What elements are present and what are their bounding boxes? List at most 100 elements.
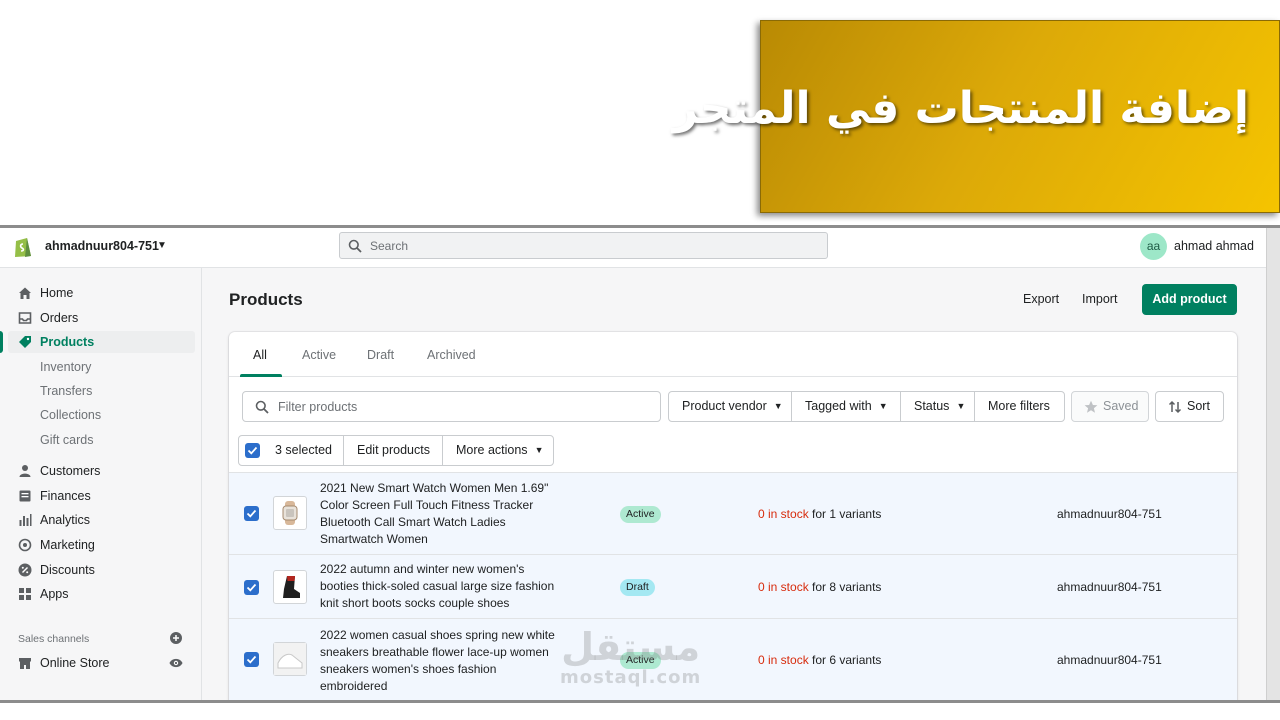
more-filters-label: More filters [988,399,1050,413]
page-scrollbar[interactable] [1266,228,1280,700]
inventory-status: 0 in stock for 8 variants [758,580,881,594]
filter-placeholder: Filter products [278,400,358,414]
search-placeholder: Search [370,239,409,253]
sidebar-item-label: Apps [40,587,69,601]
variant-count: for 6 variants [808,653,882,667]
row-checkbox[interactable] [244,652,259,667]
sidebar-item-label: Home [40,286,74,300]
row-checkbox[interactable] [244,580,259,595]
search-icon [255,400,269,414]
inventory-status: 0 in stock for 1 variants [758,507,881,521]
divider [343,436,344,465]
stock-count: 0 in stock [758,653,809,667]
sidebar-item-home[interactable]: Home [8,282,195,304]
product-name[interactable]: 2021 New Smart Watch Women Men 1.69" Col… [320,480,565,548]
sidebar-item-label: Products [40,335,95,349]
bulk-actions-bar: 3 selected Edit products More actions ▼ [238,435,554,466]
sidebar-item-gift-cards[interactable]: Gift cards [8,429,195,451]
sneaker-image [274,643,306,675]
edit-products-button[interactable]: Edit products [357,436,430,465]
store-chevron-down-icon[interactable]: ▼ [157,240,167,251]
sidebar-item-inventory[interactable]: Inventory [8,356,195,378]
status-label: Status [914,399,950,413]
stock-count: 0 in stock [758,507,809,521]
tagged-with-label: Tagged with [805,399,872,413]
tagged-with-filter[interactable]: Tagged with ▼ [791,391,901,422]
tab-all[interactable]: All [253,348,267,362]
sidebar-item-label: Analytics [40,513,91,527]
vendor-name: ahmadnuur804-751 [1057,507,1162,521]
caret-down-icon: ▼ [956,401,966,411]
sidebar-item-label: Gift cards [40,433,94,447]
page-title: Products [229,290,303,309]
product-tabs: All Active Draft Archived [229,332,1237,377]
boot-image [283,576,300,598]
status-badge: Active [620,506,661,523]
sidebar-item-analytics[interactable]: Analytics [8,509,195,531]
sidebar-item-apps[interactable]: Apps [8,583,195,605]
product-name[interactable]: 2022 autumn and winter new women's booti… [320,561,565,612]
sidebar-item-products[interactable]: Products [0,331,195,353]
sort-button[interactable]: Sort [1155,391,1224,422]
saved-button[interactable]: Saved [1071,391,1149,422]
sidebar-item-transfers[interactable]: Transfers [8,380,195,402]
caret-down-icon: ▼ [878,401,888,411]
table-row[interactable]: 2022 autumn and winter new women's booti… [229,554,1237,618]
filter-products-input[interactable]: Filter products [242,391,661,422]
status-filter[interactable]: Status ▼ [900,391,975,422]
add-product-button[interactable]: Add product [1142,284,1237,315]
checkmark-icon [246,583,257,592]
person-icon [19,465,31,477]
home-icon [19,287,31,299]
target-icon [18,538,32,552]
more-filters-button[interactable]: More filters [974,391,1065,422]
eye-icon[interactable] [169,657,183,669]
banner-title: إضافة المنتجات في المتجر [672,83,1249,134]
product-thumbnail[interactable] [273,570,307,604]
sidebar-item-online-store[interactable]: Online Store [8,652,195,674]
sidebar-item-finances[interactable]: Finances [8,485,195,507]
import-button[interactable]: Import [1082,292,1117,306]
caret-down-icon: ▼ [773,401,783,411]
stock-count: 0 in stock [758,580,809,594]
sales-channels-heading: Sales channels [18,633,90,645]
product-vendor-filter[interactable]: Product vendor ▼ [668,391,792,422]
add-sales-channel-plus-icon[interactable] [170,632,182,644]
product-name[interactable]: 2022 women casual shoes spring new white… [320,627,565,695]
sidebar-item-label: Transfers [40,384,93,398]
row-checkbox[interactable] [244,506,259,521]
title-banner: إضافة المنتجات في المتجر [672,20,1280,213]
smartwatch-image [282,501,298,525]
sidebar-item-label: Online Store [40,656,110,670]
sidebar-item-discounts[interactable]: Discounts [8,559,195,581]
table-row[interactable]: 2021 New Smart Watch Women Men 1.69" Col… [229,472,1237,554]
avatar[interactable]: aa [1140,233,1167,260]
vendor-name: ahmadnuur804-751 [1057,580,1162,594]
global-search-input[interactable]: Search [339,232,828,259]
more-actions-label: More actions [456,443,528,457]
active-indicator [0,331,3,353]
product-vendor-label: Product vendor [682,399,767,413]
tab-archived[interactable]: Archived [427,348,476,362]
product-thumbnail[interactable] [273,642,307,676]
product-thumbnail[interactable] [273,496,307,530]
top-bar: ahmadnuur804-751 ▼ Search aa ahmad ahmad [0,228,1266,268]
sidebar-item-collections[interactable]: Collections [8,404,195,426]
select-all-checkbox[interactable] [245,443,260,458]
sidebar-item-label: Finances [40,489,91,503]
sidebar-item-marketing[interactable]: Marketing [8,534,195,556]
table-row[interactable]: 2022 women casual shoes spring new white… [229,618,1237,700]
sidebar-item-customers[interactable]: Customers [8,460,195,482]
inventory-status: 0 in stock for 6 variants [758,653,881,667]
store-name[interactable]: ahmadnuur804-751 [45,239,159,253]
export-button[interactable]: Export [1023,292,1059,306]
tab-draft[interactable]: Draft [367,348,394,362]
saved-label: Saved [1103,399,1139,413]
tab-active[interactable]: Active [302,348,336,362]
sidebar-item-label: Marketing [40,538,95,552]
sidebar: Home Orders Products Inventory Transfers… [0,268,202,700]
store-icon [19,658,31,669]
sidebar-item-orders[interactable]: Orders [8,307,195,329]
user-name[interactable]: ahmad ahmad [1174,239,1254,253]
more-actions-button[interactable]: More actions ▼ [456,436,543,465]
